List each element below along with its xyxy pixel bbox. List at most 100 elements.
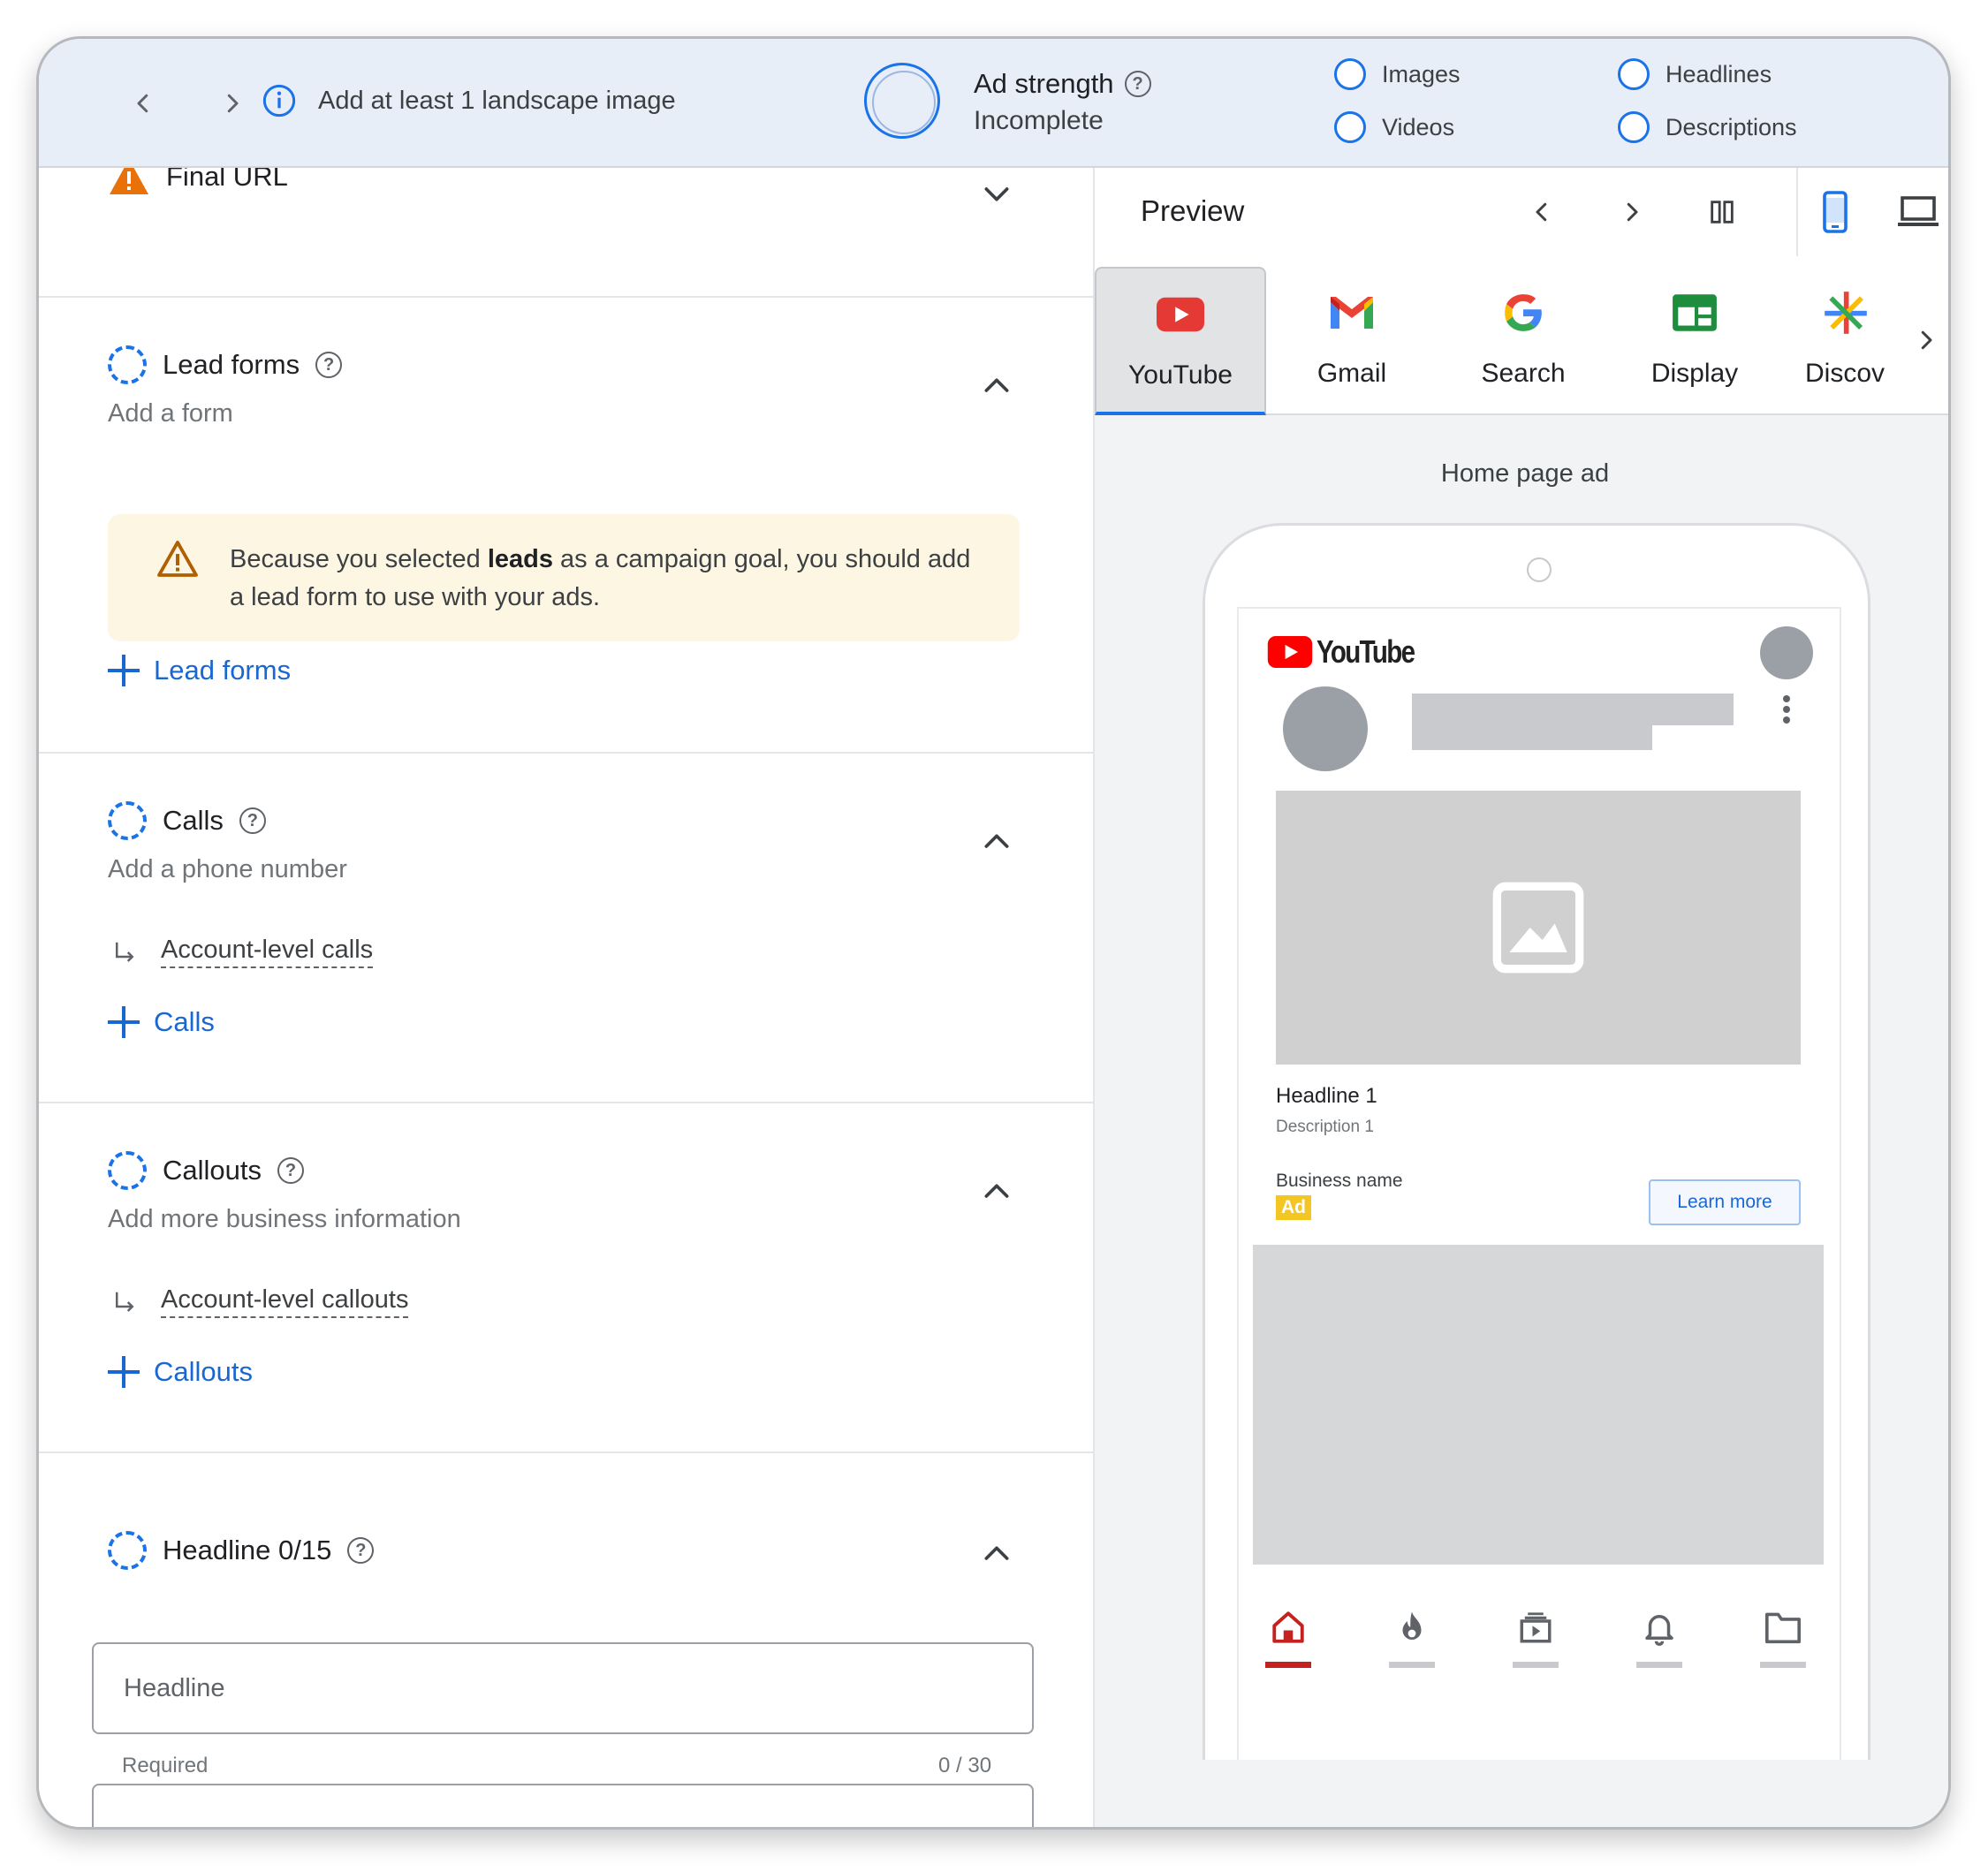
google-g-icon: [1497, 286, 1550, 339]
smartphone-icon: [1823, 191, 1848, 233]
app-window: Add at least 1 landscape image Ad streng…: [36, 36, 1951, 1830]
chevron-up-icon: [984, 834, 1009, 848]
checklist-descriptions: Descriptions: [1618, 111, 1797, 143]
input-placeholder: Headline: [124, 1674, 225, 1702]
link-text[interactable]: Account-level callouts: [161, 1285, 409, 1318]
incomplete-status-icon: [108, 801, 147, 840]
status-circle-icon: [1334, 111, 1366, 143]
chevron-left-icon: [137, 94, 148, 113]
checklist-label: Headlines: [1666, 60, 1772, 87]
subdirectory-arrow-icon: [116, 942, 134, 962]
tip-text: Add at least 1 landscape image: [318, 86, 676, 115]
help-icon[interactable]: ?: [347, 1537, 375, 1564]
help-icon[interactable]: ?: [239, 807, 266, 834]
tab-search[interactable]: Search: [1438, 267, 1609, 415]
chevron-down-icon: [984, 187, 1009, 201]
title-placeholder: [1412, 725, 1652, 750]
avatar: [1760, 626, 1813, 679]
account-level-callouts-link[interactable]: Account-level callouts: [111, 1285, 409, 1318]
section-title: Callouts: [163, 1155, 262, 1186]
folder-icon: [1761, 1605, 1805, 1649]
help-icon[interactable]: ?: [277, 1157, 304, 1184]
help-icon[interactable]: ?: [315, 352, 343, 378]
preview-panel: Preview YouTube Gmail Search Display Dis…: [1093, 168, 1948, 1827]
checklist-label: Descriptions: [1666, 113, 1797, 140]
status-circle-icon: [1618, 58, 1650, 90]
ad-badge: Ad: [1276, 1195, 1311, 1220]
tab-gmail[interactable]: Gmail: [1266, 267, 1438, 415]
nav-home: [1263, 1595, 1313, 1701]
channel-avatar: [1283, 686, 1368, 771]
tab-label: Discov: [1805, 359, 1886, 388]
headline-header: Headline 0/15 ?: [108, 1531, 375, 1570]
tab-youtube[interactable]: YouTube: [1095, 267, 1266, 415]
ad-strength-label: Ad strength: [974, 68, 1114, 99]
add-callout-button[interactable]: Callouts: [108, 1356, 253, 1388]
discover-icon: [1819, 286, 1872, 339]
nav-trending: [1387, 1595, 1437, 1701]
lead-form-warning: Because you selected leads as a campaign…: [108, 514, 1020, 641]
incomplete-status-icon: [108, 345, 147, 384]
link-text[interactable]: Account-level calls: [161, 936, 374, 968]
tip: Add at least 1 landscape image: [262, 83, 676, 118]
asset-editor-panel: Final URL Lead forms ? Add a form Becaus…: [39, 168, 1093, 1827]
headline-input-2[interactable]: [92, 1784, 1034, 1827]
add-label: Calls: [154, 1006, 215, 1037]
nav-library: [1758, 1595, 1808, 1701]
ad-image-placeholder: [1276, 791, 1801, 1065]
collapse-button[interactable]: [975, 365, 1018, 407]
add-label: Lead forms: [154, 655, 292, 686]
camera-dot: [1527, 557, 1552, 582]
section-subtitle: Add more business information: [108, 1205, 461, 1233]
collapse-button[interactable]: [975, 1171, 1018, 1213]
youtube-feed-preview: YouTube Headline 1 Description 1 Busines…: [1237, 607, 1841, 1760]
chevron-up-icon: [984, 1184, 1009, 1198]
tab-display[interactable]: Display: [1609, 267, 1780, 415]
youtube-logo: YouTube: [1267, 633, 1436, 671]
fire-icon: [1390, 1605, 1434, 1649]
character-counter: 0 / 30: [938, 1754, 992, 1777]
headline-input[interactable]: Headline: [92, 1642, 1034, 1734]
learn-more-button: Learn more: [1649, 1179, 1801, 1225]
collapse-button[interactable]: [975, 821, 1018, 863]
laptop-icon: [1898, 196, 1939, 226]
chevron-left-icon: [1536, 202, 1547, 222]
chevron-up-icon: [984, 378, 1009, 392]
add-lead-form-button[interactable]: Lead forms: [108, 655, 291, 686]
nav-indicator: [1265, 1662, 1311, 1668]
section-title: Final URL: [166, 168, 288, 192]
tab-label: YouTube: [1128, 360, 1233, 390]
warning-text: Because you selected leads as a campaign…: [230, 545, 971, 611]
help-icon[interactable]: ?: [1124, 71, 1151, 97]
gmail-icon: [1325, 286, 1378, 339]
bell-icon: [1637, 1605, 1681, 1649]
expand-button[interactable]: [975, 172, 1018, 215]
tab-discover[interactable]: Discov: [1780, 267, 1904, 415]
tabs-scroll-right-button[interactable]: [1904, 318, 1948, 362]
phone-mockup: YouTube Headline 1 Description 1 Busines…: [1203, 523, 1870, 1760]
collapse-button[interactable]: [975, 1533, 1018, 1575]
account-level-calls-link[interactable]: Account-level calls: [111, 936, 374, 968]
calls-header: Calls ?: [108, 801, 266, 840]
video-placeholder: [1253, 1245, 1824, 1565]
tab-label: Search: [1481, 359, 1566, 388]
next-tip-button[interactable]: [208, 79, 257, 128]
mobile-view-button[interactable]: [1810, 187, 1860, 237]
columns-view-button[interactable]: [1697, 187, 1747, 237]
lead-forms-section: Lead forms ? Add a form Because you sele…: [39, 298, 1093, 754]
lead-forms-header: Lead forms ?: [108, 345, 343, 384]
previous-tip-button[interactable]: [118, 79, 168, 128]
next-preview-button[interactable]: [1607, 187, 1657, 237]
chevron-right-icon: [1921, 330, 1932, 350]
previous-preview-button[interactable]: [1517, 187, 1567, 237]
warning-icon: [110, 168, 148, 194]
section-title: Lead forms: [163, 349, 300, 380]
section-subtitle: Add a form: [108, 399, 233, 428]
helper-text: Required: [122, 1754, 209, 1777]
ad-strength-bar: Add at least 1 landscape image Ad streng…: [39, 39, 1948, 168]
desktop-view-button[interactable]: [1893, 187, 1943, 237]
chevron-right-icon: [227, 94, 239, 113]
more-vert-icon: [1783, 695, 1790, 731]
ad-headline: Headline 1: [1276, 1084, 1377, 1108]
add-call-button[interactable]: Calls: [108, 1006, 215, 1038]
